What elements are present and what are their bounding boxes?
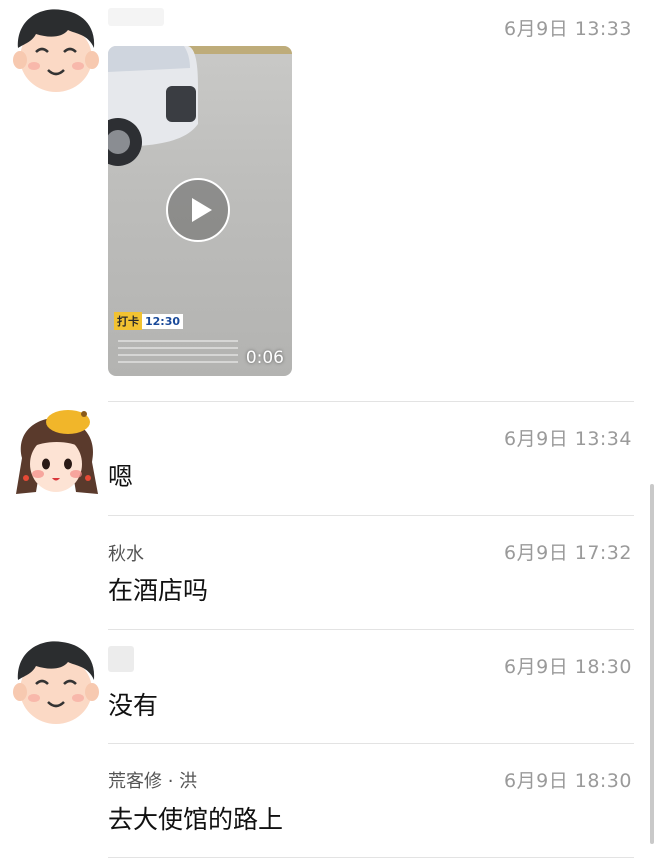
male-avatar-icon — [13, 641, 99, 724]
avatar-female[interactable] — [10, 408, 102, 500]
message-text: 去大使馆的路上 — [108, 805, 284, 834]
stamp-time: 12:30 — [142, 313, 184, 329]
female-avatar-icon — [16, 410, 98, 494]
sender-name-hidden — [108, 646, 134, 672]
timestamp-overlay: 打卡 12:30 — [114, 312, 184, 330]
divider — [108, 629, 634, 630]
divider — [108, 401, 634, 402]
message-time: 6月9日 18:30 — [504, 770, 632, 792]
message-time: 6月9日 13:33 — [504, 18, 632, 40]
message-text: 在酒店吗 — [108, 576, 209, 605]
divider — [108, 743, 634, 744]
message-text: 没有 — [108, 691, 159, 720]
video-duration: 0:06 — [245, 348, 284, 368]
message-time: 6月9日 18:30 — [504, 656, 632, 678]
play-icon[interactable] — [166, 178, 230, 242]
message-time: 6月9日 17:32 — [504, 542, 632, 564]
sender-name-hidden — [108, 8, 164, 26]
sender-name: 荒客修 · 洪 — [108, 771, 198, 792]
overlay-fine-text — [118, 340, 238, 366]
scrollbar[interactable] — [650, 484, 654, 844]
sender-name: 秋水 — [108, 544, 144, 565]
message-text: 嗯 — [108, 462, 134, 491]
avatar-male[interactable] — [10, 4, 102, 96]
stamp-tag: 打卡 — [114, 312, 142, 330]
message-time: 6月9日 13:34 — [504, 428, 632, 450]
divider — [108, 857, 634, 858]
male-avatar-icon — [13, 9, 99, 92]
divider — [108, 515, 634, 516]
video-message[interactable]: 打卡 12:30 0:06 — [108, 46, 292, 376]
avatar-male[interactable] — [10, 636, 102, 728]
